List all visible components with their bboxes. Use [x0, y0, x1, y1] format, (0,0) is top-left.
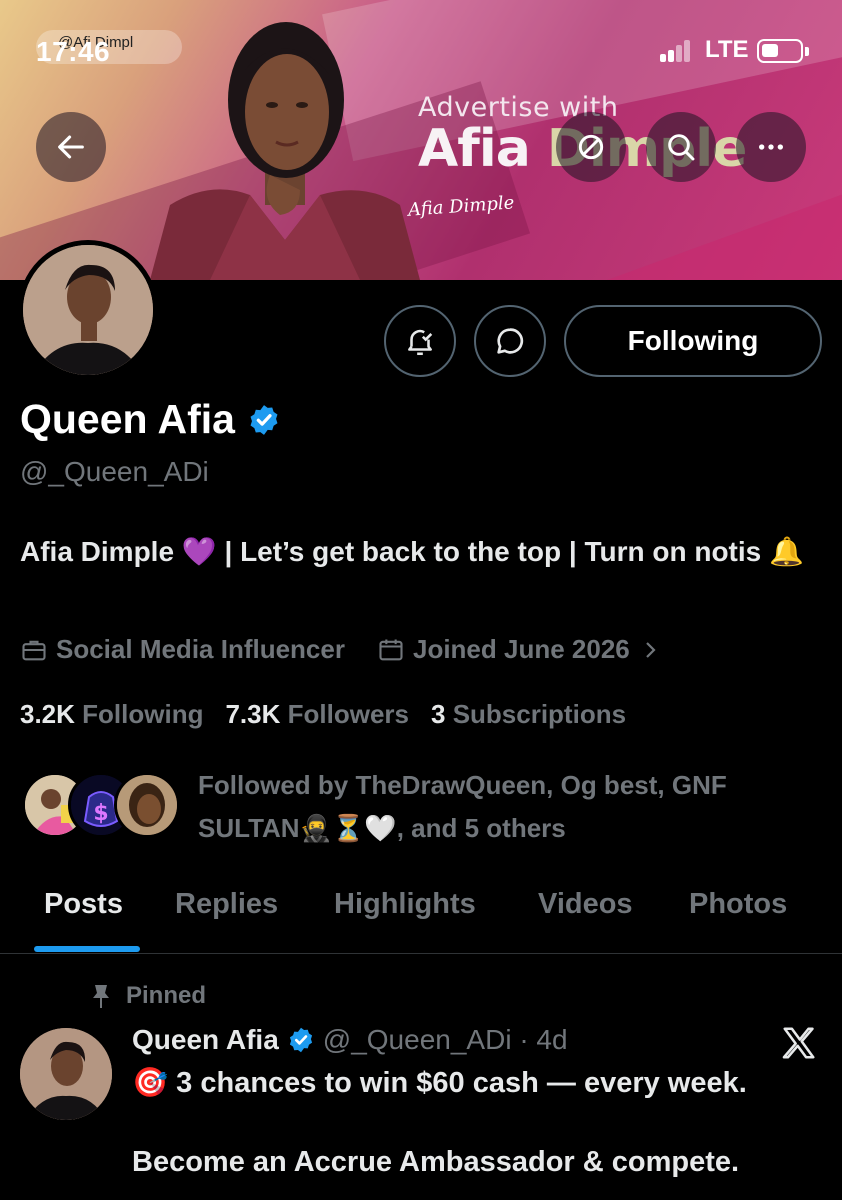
x-logo-icon — [782, 1027, 815, 1059]
following-count: 3.2K — [20, 699, 75, 729]
calendar-icon — [377, 636, 405, 664]
profile-name-text: Queen Afia — [20, 396, 235, 442]
pinned-label: Pinned — [90, 982, 206, 1010]
network-label: LTE — [705, 36, 749, 63]
following-button[interactable]: Following — [564, 305, 822, 377]
tab-highlights[interactable]: Highlights — [334, 888, 476, 921]
followers-stat[interactable]: 7.3K Followers — [225, 699, 409, 730]
post-text-line1: 🎯 3 chances to win $60 cash — every week… — [132, 1067, 747, 1099]
post-header: Queen Afia @_Queen_ADi · 4d — [132, 1024, 568, 1056]
tab-replies[interactable]: Replies — [175, 888, 278, 921]
profile-handle: @_Queen_ADi — [20, 456, 209, 487]
briefcase-icon — [20, 636, 48, 664]
avatar — [114, 772, 180, 838]
profile-tabs: Posts Replies Highlights Videos Photos — [0, 880, 842, 952]
chat-bubble-icon — [497, 328, 524, 354]
back-button[interactable] — [36, 112, 106, 182]
post-avatar[interactable] — [20, 1028, 112, 1120]
notifications-button[interactable] — [384, 305, 456, 377]
subscriptions-stat[interactable]: 3 Subscriptions — [431, 699, 626, 730]
more-icon — [759, 144, 783, 150]
post-handle-time[interactable]: @_Queen_ADi · 4d — [323, 1024, 568, 1056]
signal-icon — [660, 40, 692, 62]
followers-count: 7.3K — [225, 699, 281, 729]
svg-text:$: $ — [93, 801, 108, 826]
more-button[interactable] — [736, 112, 806, 182]
followed-by-avatars[interactable]: $ — [22, 772, 182, 838]
profile-bio: Afia Dimple 💜 | Let’s get back to the to… — [20, 536, 804, 567]
banner-line2-a: Afia — [418, 119, 547, 179]
pin-icon — [93, 985, 109, 1008]
profile-meta: Social Media Influencer Joined June 2026 — [20, 634, 668, 665]
verified-badge-icon[interactable] — [247, 403, 281, 437]
followed-by-text[interactable]: Followed by TheDrawQueen, Og best, GNF S… — [198, 764, 818, 850]
banner-portrait — [150, 22, 420, 280]
subscriptions-count: 3 — [430, 699, 446, 729]
bell-check-icon — [408, 329, 433, 356]
following-stat[interactable]: 3.2K Following — [20, 699, 203, 730]
avatar-image — [23, 245, 153, 375]
profile-avatar[interactable] — [18, 240, 158, 380]
search-icon — [668, 134, 695, 161]
search-button[interactable] — [646, 112, 716, 182]
profile-joined[interactable]: Joined June 2026 — [413, 634, 630, 665]
following-label: Following — [82, 699, 204, 729]
status-time: 17:46 — [36, 36, 111, 67]
post-text-line2: Become an Accrue Ambassador & compete. — [132, 1146, 740, 1178]
verified-badge-icon — [289, 1027, 312, 1053]
tab-photos[interactable]: Photos — [689, 888, 787, 921]
profile-category: Social Media Influencer — [56, 634, 345, 664]
active-tab-indicator — [34, 946, 140, 952]
followers-label: Followers — [287, 699, 409, 729]
battery-icon — [757, 39, 803, 63]
profile-stats: 3.2K Following 7.3K Followers 3 Subscrip… — [20, 699, 626, 730]
tab-posts[interactable]: Posts — [44, 888, 123, 921]
grok-icon — [578, 134, 604, 160]
post-author[interactable]: Queen Afia — [132, 1024, 279, 1056]
tabs-divider — [0, 953, 842, 954]
tab-videos[interactable]: Videos — [538, 888, 633, 921]
arrow-left-icon — [58, 135, 84, 159]
subscriptions-label: Subscriptions — [452, 699, 627, 729]
pinned-text: Pinned — [126, 982, 207, 1009]
profile-name: Queen Afia — [20, 396, 281, 443]
message-button[interactable] — [474, 305, 546, 377]
grok-button[interactable] — [556, 112, 626, 182]
chevron-right-icon[interactable] — [640, 638, 660, 662]
